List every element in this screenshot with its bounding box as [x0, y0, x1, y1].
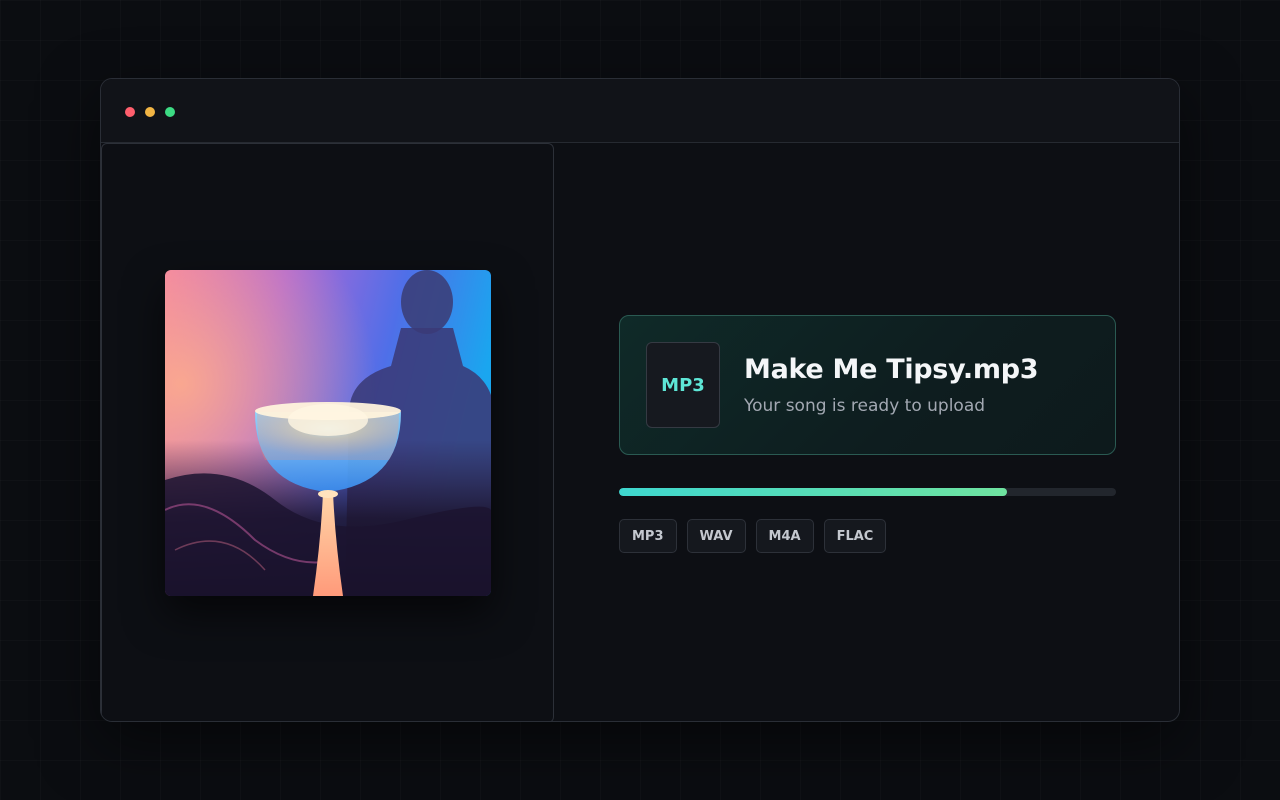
maximize-window-button[interactable]	[165, 107, 175, 117]
album-artwork-image	[165, 270, 491, 596]
minimize-window-button[interactable]	[145, 107, 155, 117]
close-window-button[interactable]	[125, 107, 135, 117]
file-name: Make Me Tipsy.mp3	[744, 354, 1039, 385]
format-chip-flac: FLAC	[823, 519, 887, 553]
artwork-panel	[101, 143, 554, 721]
file-card: MP3 Make Me Tipsy.mp3 Your song is ready…	[619, 315, 1116, 455]
format-chip-wav: WAV	[686, 519, 746, 553]
app-window: MP3 Make Me Tipsy.mp3 Your song is ready…	[100, 78, 1180, 722]
format-chip-m4a: M4A	[755, 519, 814, 553]
title-bar	[101, 79, 1179, 143]
file-type-badge: MP3	[646, 342, 720, 428]
supported-formats: MP3 WAV M4A FLAC	[619, 519, 887, 553]
upload-progress-fill	[619, 488, 1007, 496]
upload-progress-bar	[619, 488, 1116, 496]
format-chip-mp3: MP3	[619, 519, 677, 553]
file-status-text: Your song is ready to upload	[744, 396, 986, 416]
